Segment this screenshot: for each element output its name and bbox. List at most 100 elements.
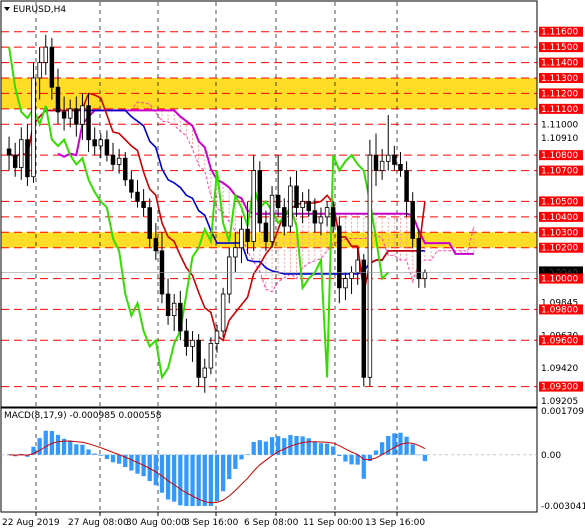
macd-bar (202, 454, 207, 506)
macd-bar (208, 454, 214, 506)
candle-body (294, 185, 299, 209)
macd-bar (318, 443, 324, 455)
price-tick-label: 1.09800 (541, 305, 578, 315)
candle-body (343, 278, 348, 289)
price-tick-label: 1.10800 (541, 151, 578, 161)
price-tick-label: 1.11500 (541, 43, 578, 53)
candle-body (312, 210, 318, 224)
candle-body (404, 170, 409, 202)
candle-body (49, 46, 55, 88)
candle (257, 161, 263, 233)
macd-bar (165, 454, 171, 500)
candle-body (25, 139, 30, 178)
macd-bar (74, 444, 79, 455)
candle-body (214, 330, 220, 344)
macd-tick-label: -0.003041 (541, 502, 585, 512)
price-tick-label: 1.09420 (541, 364, 578, 374)
candle-body (367, 154, 373, 378)
candle-body (239, 228, 244, 249)
price-tick-label: 1.11200 (541, 89, 578, 99)
price-tick-label: 1.11400 (541, 59, 578, 69)
candle-body (116, 157, 122, 165)
candle-body (398, 163, 403, 171)
candle-body (379, 160, 385, 171)
candle-body (12, 154, 18, 168)
candle-body (349, 271, 354, 279)
macd-bar (379, 442, 385, 455)
candle-body (269, 194, 275, 242)
macd-bar (135, 454, 140, 474)
candle-body (422, 271, 428, 279)
candle-body (190, 339, 195, 347)
zone-band (1, 232, 537, 248)
candle-body (61, 111, 67, 119)
candle (220, 287, 226, 338)
candle-body (178, 302, 183, 332)
macd-bar (220, 454, 226, 492)
chart-canvas: 1.10040 1.116001.115001.114001.113001.11… (0, 0, 585, 532)
macd-bar (269, 437, 275, 455)
macd-bar (410, 444, 415, 455)
macd-bar (422, 454, 428, 462)
candle-body (147, 207, 152, 239)
macd-tick-label: 0.001709 (541, 407, 584, 417)
candle-body (410, 201, 415, 239)
candle-body (251, 170, 256, 242)
macd-bar (159, 454, 165, 493)
candle-body (86, 105, 91, 141)
candle-body (337, 225, 342, 289)
time-tick-label: 13 Sep 16:00 (365, 518, 425, 528)
candle-body (318, 216, 324, 224)
macd-bar (37, 438, 42, 455)
price-tick-label: 1.11300 (541, 74, 578, 84)
macd-bar (86, 449, 91, 455)
price-tick-label: 1.10910 (541, 134, 578, 144)
candle-body (306, 201, 311, 212)
macd-bar (331, 446, 336, 455)
macd-bar (43, 430, 48, 455)
candle-body (196, 339, 201, 378)
candle-body (171, 302, 177, 316)
price-tick-label: 1.10500 (541, 197, 578, 207)
candle-body (37, 62, 42, 79)
candle-body (165, 293, 171, 317)
candle (367, 139, 373, 387)
candle-body (355, 259, 360, 273)
candle-body (233, 247, 238, 258)
candle-body (19, 139, 24, 168)
time-tick-label: 22 Aug 2019 (2, 518, 60, 528)
candle-body (104, 139, 110, 156)
macd-bar (172, 454, 177, 502)
price-tick-label: 1.10200 (541, 244, 578, 254)
time-tick-label: 11 Sep 00:00 (303, 518, 363, 528)
candle-body (245, 228, 250, 242)
macd-bar (257, 440, 262, 455)
candle-body (6, 148, 12, 156)
macd-bar (92, 453, 97, 455)
macd-bar (294, 436, 299, 455)
candle-body (110, 154, 116, 165)
chart-title: EURUSD,H4 (4, 5, 66, 15)
macd-bar (153, 454, 158, 486)
macd-bar (324, 443, 330, 455)
candle-body (92, 139, 97, 147)
price-tick-label: 1.10300 (541, 228, 578, 238)
candle-body (43, 46, 48, 63)
candle-body (288, 185, 293, 227)
macd-tick-label: 0.00 (541, 451, 561, 461)
macd-bar (306, 438, 311, 455)
candle-body (330, 207, 336, 227)
macd-bar (190, 454, 195, 506)
price-tick-label: 1.11600 (541, 28, 578, 38)
candle-body (226, 256, 232, 295)
macd-bar (282, 438, 287, 455)
macd-bar (239, 454, 244, 460)
candle (31, 62, 36, 183)
macd-bar (251, 441, 256, 455)
price-tick-label: 1.11000 (541, 120, 578, 130)
candle-body (129, 179, 134, 193)
candle-body (373, 154, 379, 171)
candle-body (275, 194, 281, 208)
candle-body (263, 222, 269, 242)
time-tick-label: 6 Sep 08:00 (244, 518, 299, 528)
